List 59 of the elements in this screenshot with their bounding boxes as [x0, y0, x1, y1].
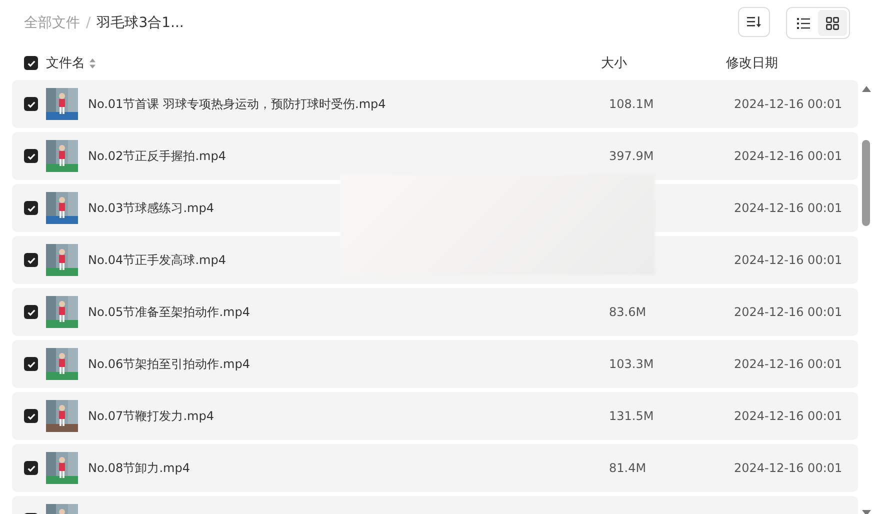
- file-row[interactable]: No.07节鞭打发力.mp4 131.5M 2024-12-16 00:01: [12, 392, 858, 440]
- file-name: No.04节正手发高球.mp4: [88, 252, 226, 266]
- modified-date: 2024-12-16 00:01: [734, 97, 842, 111]
- file-name: No.07节鞭打发力.mp4: [88, 408, 214, 422]
- modified-date: 2024-12-16 00:01: [734, 357, 842, 371]
- file-row[interactable]: No.06节架拍至引拍动作.mp4 103.3M 2024-12-16 00:01: [12, 340, 858, 388]
- checkbox[interactable]: [24, 253, 38, 267]
- file-size: 131.5M: [609, 409, 654, 423]
- checkbox[interactable]: [24, 461, 38, 475]
- file-name: No.03节球感练习.mp4: [88, 200, 214, 214]
- check-icon: [26, 256, 36, 264]
- checkbox[interactable]: [24, 305, 38, 319]
- checkbox[interactable]: [24, 56, 38, 70]
- modified-date: 2024-12-16 00:01: [734, 253, 842, 267]
- check-icon: [26, 308, 36, 316]
- list-icon: [797, 18, 810, 28]
- file-size: 108.1M: [609, 97, 654, 111]
- file-name: No.08节卸力.mp4: [88, 460, 190, 474]
- check-icon: [26, 360, 36, 368]
- modified-date: 2024-12-16 00:01: [734, 461, 842, 475]
- file-row[interactable]: No.08节卸力.mp4 81.4M 2024-12-16 00:01: [12, 444, 858, 492]
- file-size: 81.4M: [609, 461, 646, 475]
- checkbox[interactable]: [24, 357, 38, 371]
- modified-date: 2024-12-16 00:01: [734, 149, 842, 163]
- checkbox[interactable]: [24, 201, 38, 215]
- check-icon: [26, 412, 36, 420]
- checkbox[interactable]: [24, 409, 38, 423]
- file-row[interactable]: No.05节准备至架拍动作.mp4 83.6M 2024-12-16 00:01: [12, 288, 858, 336]
- check-icon: [26, 204, 36, 212]
- file-name: No.02节正反手握拍.mp4: [88, 148, 226, 162]
- breadcrumb-item[interactable]: 羽毛球3合1...: [96, 14, 184, 32]
- check-icon: [26, 58, 36, 68]
- sort-button[interactable]: [738, 7, 770, 37]
- separator: /: [86, 15, 91, 31]
- grid-icon: [826, 16, 839, 30]
- modified-date: 2024-12-16 00:01: [734, 409, 842, 423]
- file-size: 83.6M: [609, 305, 646, 319]
- scrollbar-thumb[interactable]: [862, 140, 870, 226]
- check-icon: [26, 152, 36, 160]
- file-size: 397.9M: [609, 149, 654, 163]
- scroll-up-icon[interactable]: [862, 86, 870, 92]
- file-name: No.05节准备至架拍动作.mp4: [88, 304, 250, 318]
- checkbox[interactable]: [24, 97, 38, 111]
- sort-icon[interactable]: [89, 58, 96, 68]
- sort-icon: [747, 16, 761, 28]
- file-row[interactable]: No.01节首课 羽球专项热身运动，预防打球时受伤.mp4 108.1M 2024-12-16 00:01: [12, 80, 858, 128]
- file-name: No.01节首课 羽球专项热身运动，预防打球时受伤.mp4: [88, 96, 386, 110]
- modified-date: 2024-12-16 00:01: [734, 305, 842, 319]
- modified-date: 2024-12-16 00:01: [734, 201, 842, 215]
- file-name: No.06节架拍至引拍动作.mp4: [88, 356, 250, 370]
- check-icon: [26, 464, 36, 472]
- column-header: 大小: [601, 56, 627, 71]
- view-mode-button[interactable]: [818, 10, 847, 36]
- file-row[interactable]: No.02节正反手握拍.mp4 397.9M 2024-12-16 00:01: [12, 132, 858, 180]
- column-header: 修改日期: [726, 56, 778, 71]
- column-header[interactable]: 文件名: [46, 54, 85, 72]
- check-icon: [26, 100, 36, 108]
- checkbox[interactable]: [24, 149, 38, 163]
- file-size: 103.3M: [609, 357, 654, 371]
